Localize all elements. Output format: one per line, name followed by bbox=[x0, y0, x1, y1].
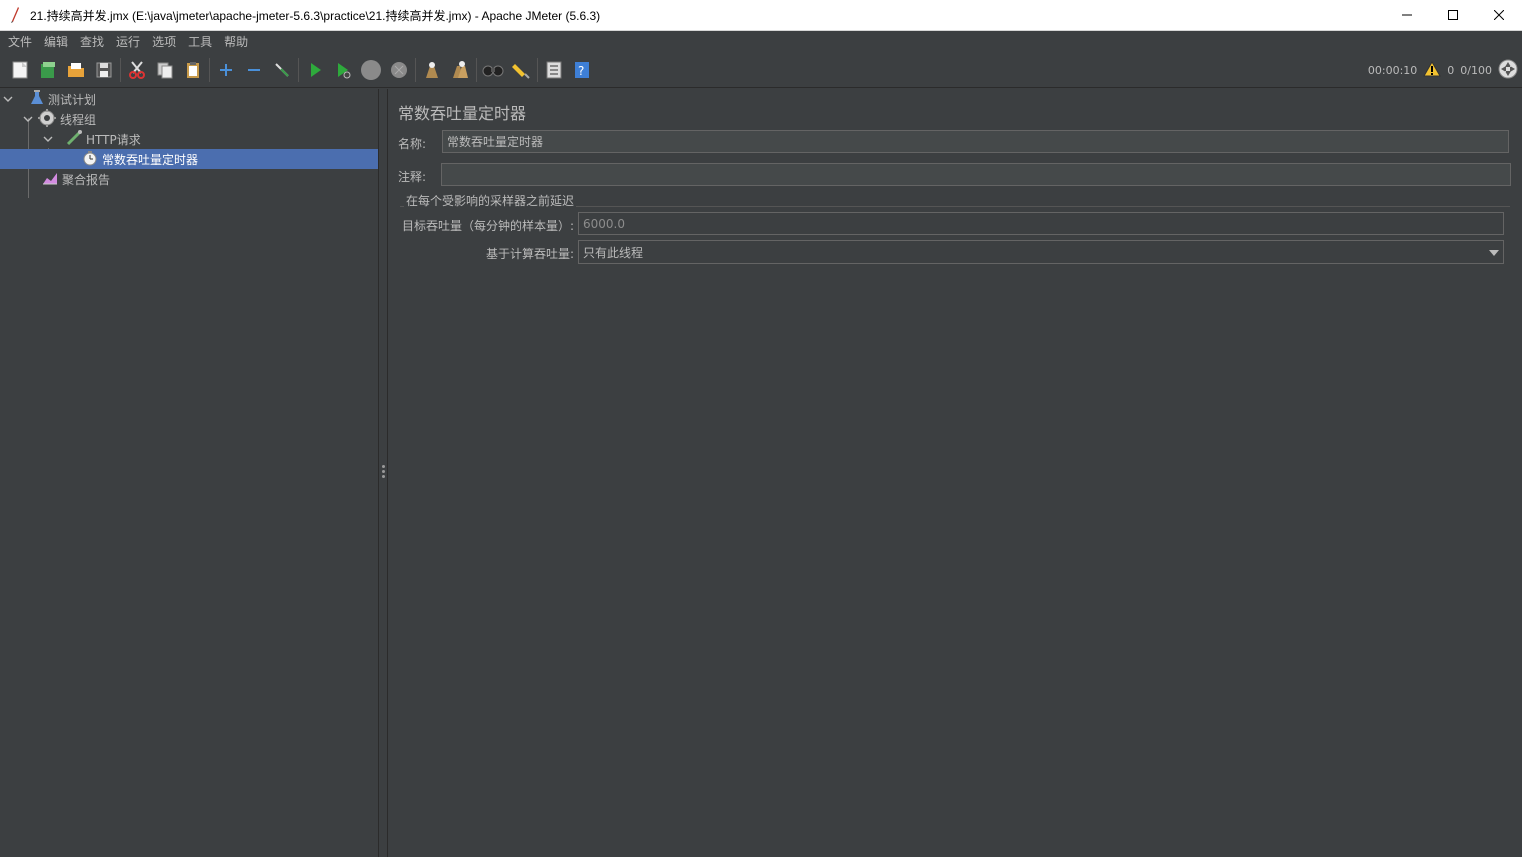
cut-icon[interactable] bbox=[123, 56, 151, 84]
chevron-down-icon[interactable] bbox=[22, 113, 34, 125]
tree-item-label: 常数吞吐量定时器 bbox=[102, 152, 199, 167]
collapse-icon[interactable] bbox=[240, 56, 268, 84]
tree-item-label: HTTP请求 bbox=[86, 132, 141, 147]
search-icon[interactable] bbox=[479, 56, 507, 84]
paste-icon[interactable] bbox=[179, 56, 207, 84]
calc-throughput-value: 只有此线程 bbox=[583, 245, 644, 260]
target-throughput-label: 目标吞吐量（每分钟的样本量）: bbox=[402, 219, 575, 233]
svg-text:?: ? bbox=[578, 64, 584, 78]
help-icon[interactable]: ? bbox=[568, 56, 596, 84]
templates-icon[interactable] bbox=[34, 56, 62, 84]
save-icon[interactable] bbox=[90, 56, 118, 84]
gear-icon bbox=[38, 108, 56, 130]
menu-tools[interactable]: 工具 bbox=[182, 31, 218, 53]
jmeter-feather-icon bbox=[0, 7, 30, 23]
timer-config-panel: 常数吞吐量定时器 名称: 注释: 在每个受影响的采样器之前延迟 目标吞吐量（每分… bbox=[389, 89, 1522, 857]
target-throughput-field[interactable] bbox=[578, 212, 1504, 235]
start-icon[interactable] bbox=[301, 56, 329, 84]
drag-handle-icon[interactable] bbox=[382, 465, 385, 478]
toolbar: ? 00:00:10 0 0/100 bbox=[0, 53, 1522, 88]
menu-file[interactable]: 文件 bbox=[2, 31, 38, 53]
remote-icon[interactable] bbox=[1498, 59, 1518, 82]
close-button[interactable] bbox=[1476, 0, 1522, 31]
minimize-button[interactable] bbox=[1384, 0, 1430, 31]
chevron-down-icon[interactable] bbox=[42, 133, 54, 145]
tree-item-label: 聚合报告 bbox=[62, 172, 111, 187]
warning-count: 0 bbox=[1447, 64, 1455, 77]
maximize-button[interactable] bbox=[1430, 0, 1476, 31]
copy-icon[interactable] bbox=[151, 56, 179, 84]
calc-throughput-label: 基于计算吞吐量: bbox=[486, 247, 575, 261]
menu-run[interactable]: 运行 bbox=[110, 31, 146, 53]
stopwatch-icon bbox=[82, 150, 98, 169]
start-no-timers-icon[interactable] bbox=[329, 56, 357, 84]
active-threads: 0/100 bbox=[1460, 64, 1492, 77]
group-title: 在每个受影响的采样器之前延迟 bbox=[404, 192, 577, 209]
new-icon[interactable] bbox=[6, 56, 34, 84]
tree-item-constant-throughput-timer[interactable]: 常数吞吐量定时器 bbox=[0, 149, 378, 169]
toolbar-separator bbox=[476, 58, 477, 82]
tree-item-label: 线程组 bbox=[60, 112, 97, 127]
flask-icon bbox=[30, 89, 44, 109]
tree-item-http-request[interactable]: HTTP请求 bbox=[42, 129, 378, 149]
toggle-icon[interactable] bbox=[268, 56, 296, 84]
chart-icon bbox=[42, 170, 58, 189]
toolbar-status: 00:00:10 0 0/100 bbox=[1368, 53, 1518, 88]
name-label: 名称: bbox=[398, 137, 427, 151]
window-title: 21.持续高并发.jmx (E:\java\jmeter\apache-jmet… bbox=[30, 8, 601, 23]
menu-options[interactable]: 选项 bbox=[146, 31, 182, 53]
chevron-down-icon[interactable] bbox=[2, 93, 14, 105]
menu-bar: 文件 编辑 查找 运行 选项 工具 帮助 bbox=[0, 31, 1522, 53]
page-title: 常数吞吐量定时器 bbox=[398, 104, 527, 123]
calc-throughput-select[interactable]: 只有此线程 bbox=[578, 240, 1504, 264]
pipette-icon bbox=[66, 129, 82, 149]
toolbar-separator bbox=[209, 58, 210, 82]
comment-label: 注释: bbox=[398, 170, 427, 184]
open-icon[interactable] bbox=[62, 56, 90, 84]
split-pane-divider[interactable] bbox=[379, 89, 388, 857]
menu-search[interactable]: 查找 bbox=[74, 31, 110, 53]
function-helper-icon[interactable] bbox=[540, 56, 568, 84]
tree-item-label: 测试计划 bbox=[48, 92, 97, 107]
tree-item-thread-group[interactable]: 线程组 bbox=[22, 108, 378, 130]
menu-edit[interactable]: 编辑 bbox=[38, 31, 74, 53]
clear-all-icon[interactable] bbox=[446, 56, 474, 84]
tree-item-aggregate-report[interactable]: 聚合报告 bbox=[42, 169, 378, 189]
clear-icon[interactable] bbox=[418, 56, 446, 84]
shutdown-icon[interactable] bbox=[385, 56, 413, 84]
elapsed-time: 00:00:10 bbox=[1367, 64, 1418, 77]
window-title-bar: 21.持续高并发.jmx (E:\java\jmeter\apache-jmet… bbox=[0, 0, 1522, 31]
warning-icon[interactable] bbox=[1423, 60, 1442, 80]
reset-search-icon[interactable] bbox=[507, 56, 535, 84]
toolbar-separator bbox=[537, 58, 538, 82]
chevron-down-icon[interactable] bbox=[1489, 245, 1499, 259]
name-field[interactable] bbox=[442, 130, 1509, 153]
tree-item-test-plan[interactable]: 测试计划 bbox=[2, 89, 378, 109]
test-plan-tree: 测试计划 线程组 HTTP请求 常数吞吐量定时器 聚合报告 bbox=[0, 89, 379, 857]
toolbar-separator bbox=[415, 58, 416, 82]
comment-field[interactable] bbox=[441, 163, 1511, 186]
stop-icon[interactable] bbox=[357, 56, 385, 84]
toolbar-separator bbox=[120, 58, 121, 82]
menu-help[interactable]: 帮助 bbox=[218, 31, 254, 53]
toolbar-separator bbox=[298, 58, 299, 82]
expand-icon[interactable] bbox=[212, 56, 240, 84]
